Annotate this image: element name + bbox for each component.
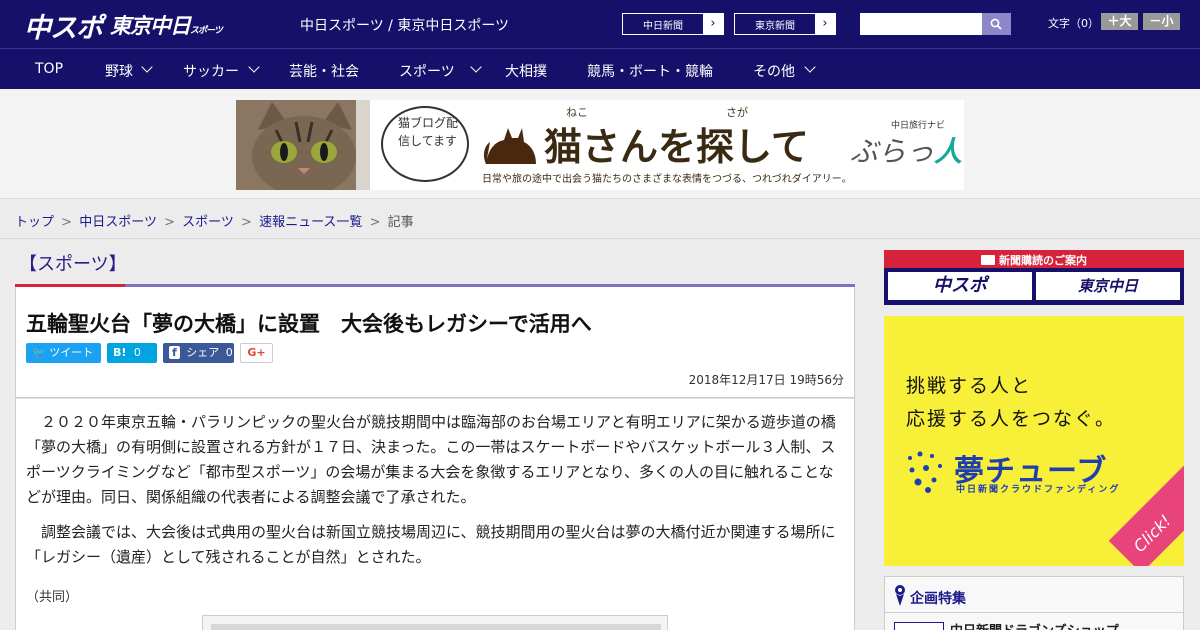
facebook-share-label: シェア xyxy=(186,346,220,359)
divider xyxy=(0,238,1200,239)
chevron-down-icon[interactable] xyxy=(141,61,153,73)
breadcrumb: トップ > 中日スポーツ > スポーツ > 速報ニュース一覧 > 記事 xyxy=(15,211,414,230)
banner-title: 猫さんを探して xyxy=(544,125,809,169)
article-photo[interactable] xyxy=(202,615,668,630)
yume-tube-dots-icon xyxy=(908,451,942,493)
cat-blog-banner[interactable]: 猫ブログ配信してます ねこ さが 猫さんを探して 日常や旅の途中で出会う猫たちの… xyxy=(236,100,964,190)
breadcrumb-current: 記事 xyxy=(387,215,414,230)
cat-photo xyxy=(236,100,370,190)
cat-silhouette-icon xyxy=(483,128,536,164)
article-paragraph: 調整会議では、大会後は式典用の聖火台は新国立競技場周辺に、競技期間用の聖火台は夢… xyxy=(26,523,836,566)
article-paragraph: ２０２０年東京五輪・パラリンピックの聖火台が競技期間中は臨海部のお台場エリアと有… xyxy=(26,413,836,506)
article-photo-image xyxy=(211,624,661,630)
breadcrumb-news-list[interactable]: 速報ニュース一覧 xyxy=(259,215,362,230)
ad-line-1: 挑戦する人と xyxy=(906,375,1033,397)
site-name: 中日スポーツ / 東京中日スポーツ xyxy=(300,18,510,34)
tokyo-chunichi-subscribe-link[interactable]: 東京中日 xyxy=(1036,272,1180,300)
chuspo-subscribe-link[interactable]: 中スポ xyxy=(888,272,1032,300)
cat-face-image xyxy=(236,100,370,190)
facebook-share-button[interactable]: f シェア 0 xyxy=(163,343,234,363)
twitter-icon: 🐦 xyxy=(32,346,46,359)
bubble-text: 猫ブログ配信してます xyxy=(398,116,459,148)
main-nav: TOP 野球 サッカー 芸能・社会 スポーツ 大相撲 競馬・ボート・競輪 その他 xyxy=(0,48,1200,89)
top-header: 中スポ 東京中日スポーツ 中日スポーツ / 東京中日スポーツ 中日新聞 › 東京… xyxy=(0,0,1200,48)
feature-title: 企画特集 xyxy=(910,591,966,607)
feature-item-dragons-shop[interactable]: 中日新聞ドラゴンズショップ xyxy=(950,620,1119,630)
search-icon xyxy=(990,18,1002,30)
nav-sumo[interactable]: 大相撲 xyxy=(505,61,547,81)
tokyo-chunichi-logo-text: 東京中日 xyxy=(110,14,191,38)
nav-sports[interactable]: スポーツ xyxy=(399,61,455,81)
tokyo-shimbun-label: 東京新聞 xyxy=(755,21,795,32)
banner-caption: 日常や旅の途中で出会う猫たちのさまざまな表情をつづる、つれづれダイアリー。 xyxy=(482,174,852,185)
tokyo-shimbun-link[interactable]: 東京新聞 › xyxy=(734,13,836,35)
nav-other[interactable]: その他 xyxy=(753,61,795,81)
breadcrumb-sports[interactable]: スポーツ xyxy=(182,215,234,230)
hatena-icon: B! xyxy=(113,346,127,359)
burabito-logo: ぶらっ人 xyxy=(850,130,962,170)
font-smaller-button[interactable]: －小 xyxy=(1143,13,1180,30)
subscription-heading: 新聞購読のご案内 xyxy=(884,252,1184,268)
breadcrumb-separator: > xyxy=(164,215,175,230)
subscription-heading-text: 新聞購読のご案内 xyxy=(999,254,1087,267)
ribbon-badge-icon xyxy=(895,585,905,606)
nav-keiba[interactable]: 競馬・ボート・競輪 xyxy=(587,61,713,81)
chevron-down-icon[interactable] xyxy=(804,61,816,73)
hatena-bookmark-button[interactable]: B! 0 xyxy=(107,343,157,363)
ad-line-2: 応援する人をつなぐ。 xyxy=(906,408,1117,430)
tweet-button[interactable]: 🐦 ツイート xyxy=(26,343,101,363)
feature-item-thumbnail[interactable] xyxy=(894,622,944,630)
yume-tube-ad[interactable]: 挑戦する人と 応援する人をつなぐ。 夢チューブ 中日新聞クラウドファンディング … xyxy=(884,316,1184,566)
breadcrumb-top[interactable]: トップ xyxy=(15,215,54,230)
divider xyxy=(884,612,1184,613)
chuspo-logo[interactable]: 中スポ xyxy=(24,6,103,45)
tweet-label: ツイート xyxy=(49,346,94,359)
nav-entertainment[interactable]: 芸能・社会 xyxy=(289,61,359,81)
search-button[interactable] xyxy=(982,13,1011,35)
breadcrumb-separator: > xyxy=(369,215,381,230)
nav-baseball[interactable]: 野球 xyxy=(105,61,133,81)
facebook-count: 0 xyxy=(225,346,233,359)
tokyo-chunichi-logo[interactable]: 東京中日スポーツ xyxy=(110,10,223,40)
article-source: （共同） xyxy=(26,590,79,605)
font-larger-button[interactable]: ＋大 xyxy=(1101,13,1138,30)
newspaper-icon xyxy=(981,255,995,265)
chunichi-shimbun-label: 中日新聞 xyxy=(643,21,683,32)
chevron-right-icon: › xyxy=(703,14,723,34)
nav-top[interactable]: TOP xyxy=(35,61,63,77)
breadcrumb-separator: > xyxy=(61,215,73,230)
tokyo-chunichi-logo-small: スポーツ xyxy=(190,26,223,36)
search-input[interactable] xyxy=(860,13,982,35)
burabito-logo-a: ぶらっ xyxy=(850,135,935,168)
ad-subtitle: 中日新聞クラウドファンディング xyxy=(956,485,1121,495)
font-size-label: 文字（0） xyxy=(1048,17,1099,30)
article-timestamp: 2018年12月17日 19時56分 xyxy=(688,373,844,387)
facebook-icon: f xyxy=(169,346,180,359)
breadcrumb-chunichi-sports[interactable]: 中日スポーツ xyxy=(79,215,157,230)
breadcrumb-separator: > xyxy=(241,215,252,230)
section-label: 【スポーツ】 xyxy=(19,254,127,275)
chevron-down-icon[interactable] xyxy=(470,61,482,73)
hatena-count: 0 xyxy=(133,346,141,359)
nav-soccer[interactable]: サッカー xyxy=(183,61,239,81)
article-headline: 五輪聖火台「夢の大橋」に設置 大会後もレガシーで活用へ xyxy=(26,312,592,336)
burabito-logo-b: 人 xyxy=(934,135,963,168)
chevron-down-icon[interactable] xyxy=(248,61,260,73)
banner-area: 猫ブログ配信してます ねこ さが 猫さんを探して 日常や旅の途中で出会う猫たちの… xyxy=(0,89,1200,199)
google-plus-button[interactable]: G+ xyxy=(240,343,273,363)
chunichi-shimbun-link[interactable]: 中日新聞 › xyxy=(622,13,724,35)
chevron-right-icon: › xyxy=(815,14,835,34)
